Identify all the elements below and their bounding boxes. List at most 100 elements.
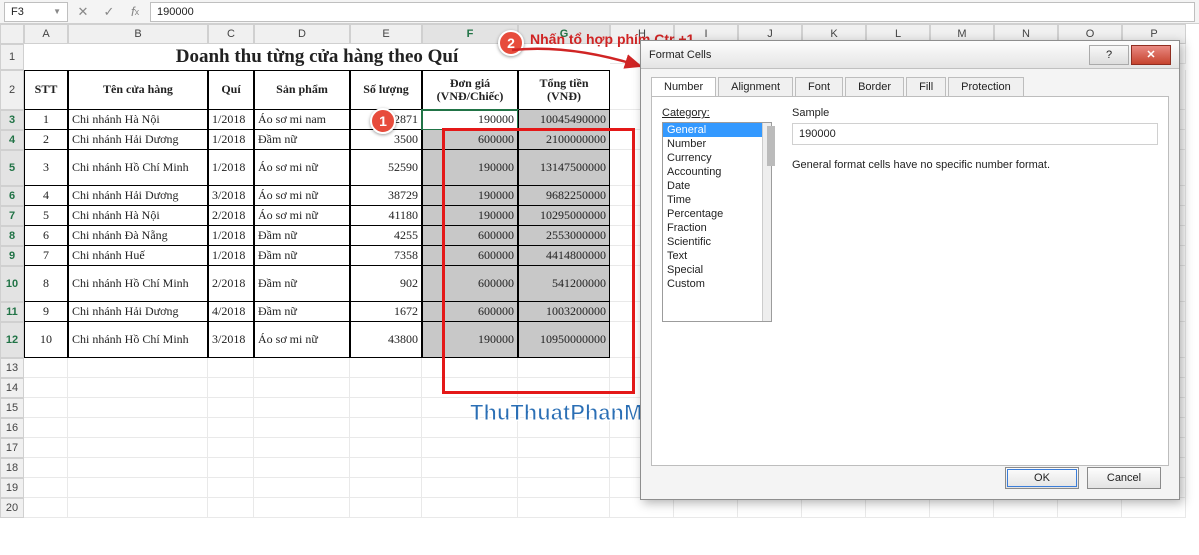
cell[interactable]: 190000 <box>422 322 518 358</box>
cell[interactable] <box>254 438 350 458</box>
cell[interactable] <box>422 478 518 498</box>
cell[interactable]: Tổng tiền (VNĐ) <box>518 70 610 110</box>
cell[interactable] <box>674 498 738 518</box>
row-head-3[interactable]: 3 <box>0 110 24 130</box>
cell[interactable] <box>350 458 422 478</box>
accept-formula-icon[interactable]: ✓ <box>98 2 120 22</box>
cell[interactable]: 13147500000 <box>518 150 610 186</box>
cell[interactable] <box>422 378 518 398</box>
cancel-button[interactable]: Cancel <box>1087 467 1161 489</box>
cell[interactable]: 4 <box>24 186 68 206</box>
cell[interactable]: 600000 <box>422 266 518 302</box>
cell[interactable] <box>350 478 422 498</box>
col-head-G[interactable]: G <box>518 24 610 44</box>
cell[interactable] <box>208 378 254 398</box>
cell[interactable]: 7358 <box>350 246 422 266</box>
cell[interactable]: 902 <box>350 266 422 302</box>
cell[interactable]: 9682250000 <box>518 186 610 206</box>
cell[interactable] <box>68 378 208 398</box>
cell[interactable]: 2/2018 <box>208 206 254 226</box>
cell[interactable] <box>350 398 422 418</box>
cell[interactable]: 7 <box>24 246 68 266</box>
row-head-13[interactable]: 13 <box>0 358 24 378</box>
cell[interactable] <box>738 498 802 518</box>
cell[interactable] <box>208 358 254 378</box>
cell[interactable]: 4/2018 <box>208 302 254 322</box>
cell[interactable] <box>24 358 68 378</box>
cell[interactable] <box>208 418 254 438</box>
cell[interactable] <box>68 458 208 478</box>
cell[interactable]: Đầm nữ <box>254 266 350 302</box>
col-head-B[interactable]: B <box>68 24 208 44</box>
col-head-F[interactable]: F <box>422 24 518 44</box>
cell[interactable]: Chi nhánh Hải Dương <box>68 130 208 150</box>
category-item[interactable]: General <box>663 123 771 137</box>
cancel-formula-icon[interactable]: ✕ <box>72 2 94 22</box>
dialog-titlebar[interactable]: Format Cells ? ✕ <box>641 41 1179 69</box>
sheet-title[interactable]: Doanh thu từng cửa hàng theo Quí <box>24 44 610 70</box>
tab-number[interactable]: Number <box>651 77 716 96</box>
cell[interactable]: Áo sơ mi nữ <box>254 186 350 206</box>
category-item[interactable]: Currency <box>663 151 771 165</box>
cell[interactable] <box>68 418 208 438</box>
cell[interactable] <box>802 498 866 518</box>
cell[interactable] <box>68 438 208 458</box>
cell[interactable] <box>422 458 518 478</box>
cell[interactable]: Chi nhánh Hồ Chí Minh <box>68 266 208 302</box>
cell[interactable] <box>68 358 208 378</box>
cell[interactable]: 190000 <box>422 206 518 226</box>
cell[interactable]: 52871 <box>350 110 422 130</box>
cell[interactable]: 1/2018 <box>208 110 254 130</box>
name-box[interactable]: F3 ▼ <box>4 2 68 22</box>
cell[interactable]: 2/2018 <box>208 266 254 302</box>
cell[interactable]: 10295000000 <box>518 206 610 226</box>
cell[interactable]: 10 <box>24 322 68 358</box>
cell[interactable]: Số lượng <box>350 70 422 110</box>
cell[interactable]: Đầm nữ <box>254 302 350 322</box>
cell[interactable] <box>68 398 208 418</box>
cell[interactable] <box>24 438 68 458</box>
category-scrollbar[interactable] <box>762 123 771 321</box>
cell[interactable]: Áo sơ mi nữ <box>254 150 350 186</box>
cell[interactable] <box>24 418 68 438</box>
cell[interactable]: STT <box>24 70 68 110</box>
name-box-dropdown-icon[interactable]: ▼ <box>53 7 61 16</box>
row-head-12[interactable]: 12 <box>0 322 24 358</box>
cell[interactable]: 8 <box>24 266 68 302</box>
cell[interactable] <box>350 358 422 378</box>
cell[interactable] <box>24 458 68 478</box>
cell[interactable]: 1/2018 <box>208 246 254 266</box>
cell[interactable]: Đầm nữ <box>254 130 350 150</box>
cell[interactable]: 1/2018 <box>208 226 254 246</box>
cell[interactable] <box>208 498 254 518</box>
row-head-19[interactable]: 19 <box>0 478 24 498</box>
category-item[interactable]: Custom <box>663 277 771 291</box>
cell[interactable]: Chi nhánh Huế <box>68 246 208 266</box>
row-head-5[interactable]: 5 <box>0 150 24 186</box>
cell[interactable]: Sản phẩm <box>254 70 350 110</box>
category-item[interactable]: Accounting <box>663 165 771 179</box>
cell[interactable] <box>254 418 350 438</box>
cell[interactable] <box>518 438 610 458</box>
row-head-15[interactable]: 15 <box>0 398 24 418</box>
cell[interactable]: 1003200000 <box>518 302 610 322</box>
cell[interactable] <box>422 418 518 438</box>
row-head-16[interactable]: 16 <box>0 418 24 438</box>
tab-border[interactable]: Border <box>845 77 904 96</box>
cell[interactable]: 3/2018 <box>208 186 254 206</box>
category-item[interactable]: Scientific <box>663 235 771 249</box>
cell[interactable] <box>254 458 350 478</box>
cell[interactable]: 1672 <box>350 302 422 322</box>
category-item[interactable]: Number <box>663 137 771 151</box>
cell[interactable]: Chi nhánh Đà Nẵng <box>68 226 208 246</box>
cell[interactable] <box>24 478 68 498</box>
cell[interactable]: Tên cửa hàng <box>68 70 208 110</box>
cell[interactable] <box>518 458 610 478</box>
cell[interactable] <box>254 398 350 418</box>
cell[interactable]: 600000 <box>422 246 518 266</box>
cell[interactable] <box>422 498 518 518</box>
cell[interactable]: 3/2018 <box>208 322 254 358</box>
cell[interactable] <box>518 378 610 398</box>
cell[interactable]: 5 <box>24 206 68 226</box>
category-item[interactable]: Date <box>663 179 771 193</box>
